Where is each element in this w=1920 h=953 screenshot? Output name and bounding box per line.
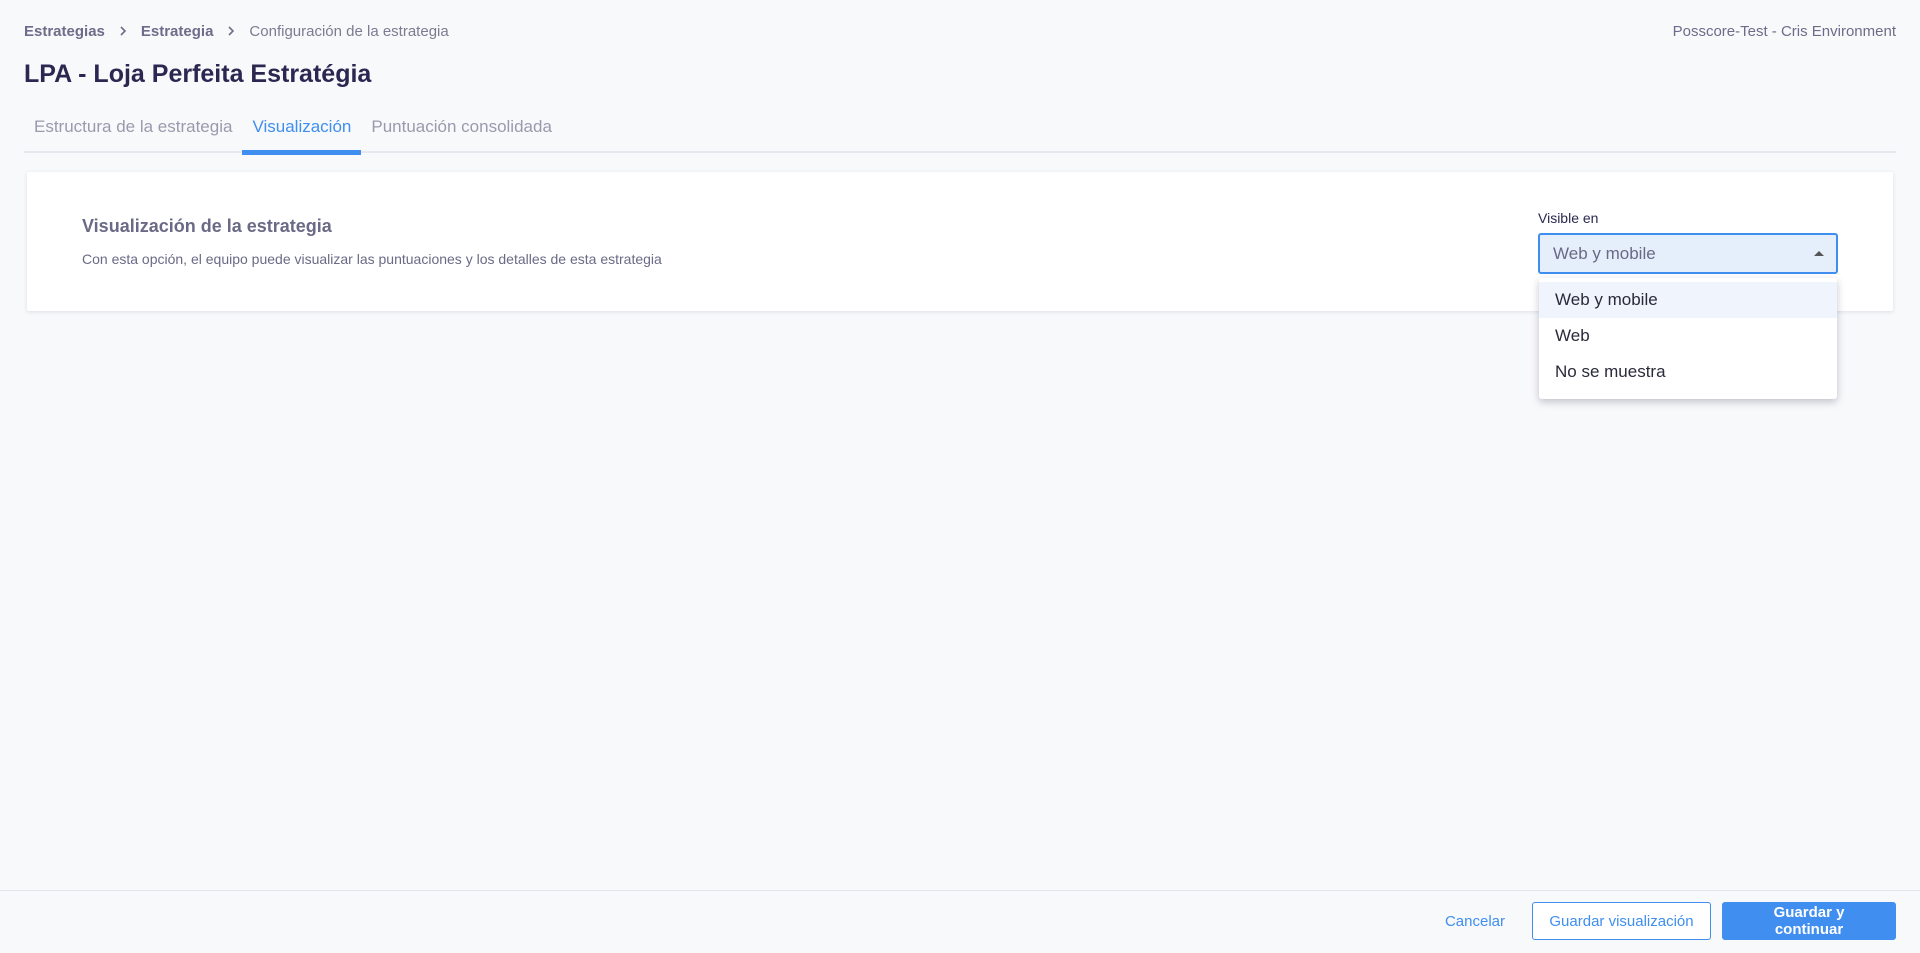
- tab-puntuacion-consolidada[interactable]: Puntuación consolidada: [361, 112, 562, 153]
- save-view-button[interactable]: Guardar visualización: [1532, 902, 1711, 940]
- tab-estructura[interactable]: Estructura de la estrategia: [24, 112, 242, 153]
- breadcrumb: Estrategias Estrategia Configuración de …: [24, 23, 449, 40]
- footer-actions: Cancelar Guardar visualización Guardar y…: [1429, 902, 1896, 940]
- breadcrumb-link-estrategias[interactable]: Estrategias: [24, 23, 105, 40]
- visible-en-dropdown: Web y mobile Web No se muestra: [1539, 278, 1837, 399]
- footer-bar: Cancelar Guardar visualización Guardar y…: [0, 890, 1920, 953]
- visible-en-select[interactable]: Web y mobile: [1538, 233, 1838, 274]
- breadcrumb-link-estrategia[interactable]: Estrategia: [141, 23, 214, 40]
- caret-up-icon: [1814, 251, 1824, 256]
- breadcrumb-current: Configuración de la estrategia: [249, 22, 449, 40]
- option-no-se-muestra[interactable]: No se muestra: [1539, 354, 1837, 390]
- option-web-y-mobile[interactable]: Web y mobile: [1539, 282, 1837, 318]
- chevron-right-icon: [213, 25, 249, 37]
- card-title: Visualización de la estrategia: [82, 216, 332, 236]
- page-title: LPA - Loja Perfeita Estratégia: [24, 60, 372, 88]
- option-web[interactable]: Web: [1539, 318, 1837, 354]
- top-bar: Estrategias Estrategia Configuración de …: [24, 20, 1896, 42]
- select-value: Web y mobile: [1553, 243, 1656, 263]
- tab-visualizacion[interactable]: Visualización: [242, 112, 362, 155]
- environment-label: Posscore-Test - Cris Environment: [1672, 22, 1896, 40]
- card-description: Con esta opción, el equipo puede visuali…: [82, 251, 662, 267]
- save-and-continue-button[interactable]: Guardar y continuar: [1722, 902, 1896, 940]
- visible-en-label: Visible en: [1538, 210, 1599, 226]
- chevron-right-icon: [105, 25, 141, 37]
- cancel-button[interactable]: Cancelar: [1429, 902, 1521, 940]
- tab-bar: Estructura de la estrategia Visualizació…: [24, 112, 1896, 155]
